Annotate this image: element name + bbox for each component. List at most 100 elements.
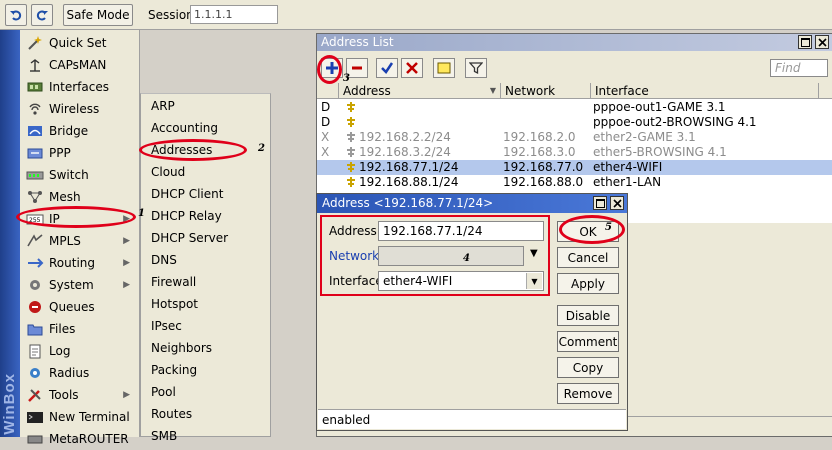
step-1-marker: 1 (138, 208, 145, 219)
undo-button[interactable] (5, 4, 27, 26)
enable-button[interactable] (376, 58, 398, 78)
address-icon (347, 102, 355, 112)
submenu-arrow-icon: ▶ (123, 280, 130, 290)
ip-submenu-item-accounting[interactable]: Accounting (141, 117, 271, 139)
table-row[interactable]: Dpppoe-out2-BROWSING 4.1 (317, 115, 832, 130)
sidebar-item-label: MPLS (49, 234, 81, 248)
ip-submenu-item-firewall[interactable]: Firewall (141, 271, 271, 293)
sidebar-item-label: Queues (49, 300, 95, 314)
system-gear-icon (26, 277, 44, 293)
sidebar-item-capsman[interactable]: CAPsMAN (20, 54, 140, 76)
address-list-titlebar[interactable]: Address List (317, 34, 832, 51)
address-icon (347, 177, 355, 187)
table-row[interactable]: X 192.168.3.2/24 192.168.3.0 ether5-BROWSIN… (317, 145, 832, 160)
ip-submenu-item-hotspot[interactable]: Hotspot (141, 293, 271, 315)
ip-submenu-item-dns[interactable]: DNS (141, 249, 271, 271)
comment-entry-button[interactable]: Comment (557, 331, 619, 352)
address-icon (347, 147, 355, 157)
address-column-label: Address (343, 84, 391, 98)
sidebar-item-wireless[interactable]: Wireless (20, 98, 140, 120)
address-icon (347, 117, 355, 127)
maximize-icon (595, 198, 605, 208)
network-column-header[interactable]: Network (501, 83, 591, 99)
ip-submenu-item-neighbors[interactable]: Neighbors (141, 337, 271, 359)
filter-button[interactable] (465, 58, 487, 78)
ip-submenu-item-smb[interactable]: SMB (141, 425, 271, 447)
row-address-cell: 192.168.3.2/24 (345, 145, 451, 160)
ip-submenu-item-packing[interactable]: Packing (141, 359, 271, 381)
close-button[interactable] (815, 35, 829, 49)
address-list-title: Address List (321, 35, 394, 49)
sidebar-item-new-terminal[interactable]: New Terminal (20, 406, 140, 428)
flag-column-header[interactable] (317, 83, 339, 99)
sidebar-item-queues[interactable]: Queues (20, 296, 140, 318)
metarouter-icon (26, 431, 44, 447)
disable-entry-button[interactable]: Disable (557, 305, 619, 326)
interface-column-header[interactable]: Interface (591, 83, 819, 99)
sidebar-item-label: MetaROUTER (49, 432, 129, 446)
mpls-icon (26, 233, 44, 249)
redo-button[interactable] (31, 4, 53, 26)
sidebar-item-bridge[interactable]: Bridge (20, 120, 140, 142)
sidebar-item-label: Routing (49, 256, 96, 270)
ip-submenu-item-dhcp-client[interactable]: DHCP Client (141, 183, 271, 205)
sidebar-item-routing[interactable]: Routing ▶ (20, 252, 140, 274)
addresses-highlight-annotation (139, 139, 247, 161)
table-row[interactable]: Dpppoe-out1-GAME 3.1 (317, 100, 832, 115)
sidebar-item-quick-set[interactable]: Quick Set (20, 32, 140, 54)
remove-entry-button[interactable]: Remove (557, 383, 619, 404)
cancel-button[interactable]: Cancel (557, 247, 619, 268)
maximize-button[interactable] (798, 35, 812, 49)
submenu-arrow-icon: ▶ (123, 258, 130, 268)
sidebar-item-metarouter[interactable]: MetaROUTER (20, 428, 140, 450)
check-icon (381, 62, 394, 74)
row-interface: pppoe-out2-BROWSING 4.1 (593, 115, 757, 129)
sidebar-item-mpls[interactable]: MPLS ▶ (20, 230, 140, 252)
row-address-cell: 192.168.77.1/24 (345, 160, 458, 175)
routing-icon (26, 255, 44, 271)
capsman-icon (26, 57, 44, 73)
sidebar-item-label: Bridge (49, 124, 89, 138)
sidebar-item-mesh[interactable]: Mesh (20, 186, 140, 208)
dialog-maximize-button[interactable] (593, 196, 607, 210)
sidebar-item-files[interactable]: Files (20, 318, 140, 340)
ip-submenu-item-ipsec[interactable]: IPsec (141, 315, 271, 337)
sidebar-item-log[interactable]: Log (20, 340, 140, 362)
row-interface: ether1-LAN (593, 175, 662, 189)
ip-submenu-item-arp[interactable]: ARP (141, 95, 271, 117)
dialog-titlebar[interactable]: Address <192.168.77.1/24> (317, 194, 627, 213)
find-input[interactable]: Find (770, 59, 828, 77)
row-network: 192.168.77.0 (503, 160, 584, 174)
sidebar-item-ppp[interactable]: PPP (20, 142, 140, 164)
safe-mode-button[interactable]: Safe Mode (63, 4, 133, 26)
fields-highlight-annotation (320, 215, 550, 296)
filter-icon (469, 62, 483, 75)
sidebar-item-interfaces[interactable]: Interfaces (20, 76, 140, 98)
sidebar-item-system[interactable]: System ▶ (20, 274, 140, 296)
ip-submenu-item-pool[interactable]: Pool (141, 381, 271, 403)
disable-button[interactable] (401, 58, 423, 78)
apply-button[interactable]: Apply (557, 273, 619, 294)
close-icon (817, 37, 827, 47)
tools-icon (26, 387, 44, 403)
sidebar-item-label: PPP (49, 146, 71, 160)
address-column-header[interactable]: Address ▼ (339, 83, 501, 99)
dialog-close-button[interactable] (610, 196, 624, 210)
sidebar-item-tools[interactable]: Tools ▶ (20, 384, 140, 406)
step-2-marker: 2 (258, 143, 265, 154)
ip-submenu-item-dhcp-server[interactable]: DHCP Server (141, 227, 271, 249)
copy-button[interactable]: Copy (557, 357, 619, 378)
row-address: 192.168.3.2/24 (359, 145, 451, 159)
ip-submenu-item-dhcp-relay[interactable]: DHCP Relay (141, 205, 271, 227)
table-row[interactable]: 192.168.88.1/24 192.168.88.0 ether1-LAN (317, 175, 832, 190)
row-flag: D (321, 100, 331, 114)
ip-submenu-item-cloud[interactable]: Cloud (141, 161, 271, 183)
table-row[interactable]: 192.168.77.1/24 192.168.77.0 ether4-WIFI (317, 160, 832, 175)
comment-button[interactable] (433, 58, 455, 78)
ip-submenu-item-routes[interactable]: Routes (141, 403, 271, 425)
sidebar-item-radius[interactable]: Radius (20, 362, 140, 384)
sidebar-item-switch[interactable]: Switch (20, 164, 140, 186)
radius-icon (26, 365, 44, 381)
sidebar-menu: Quick Set CAPsMAN Interfaces Wireless Bridge… (20, 30, 140, 446)
table-row[interactable]: X 192.168.2.2/24 192.168.2.0 ether2-GAME 3.… (317, 130, 832, 145)
